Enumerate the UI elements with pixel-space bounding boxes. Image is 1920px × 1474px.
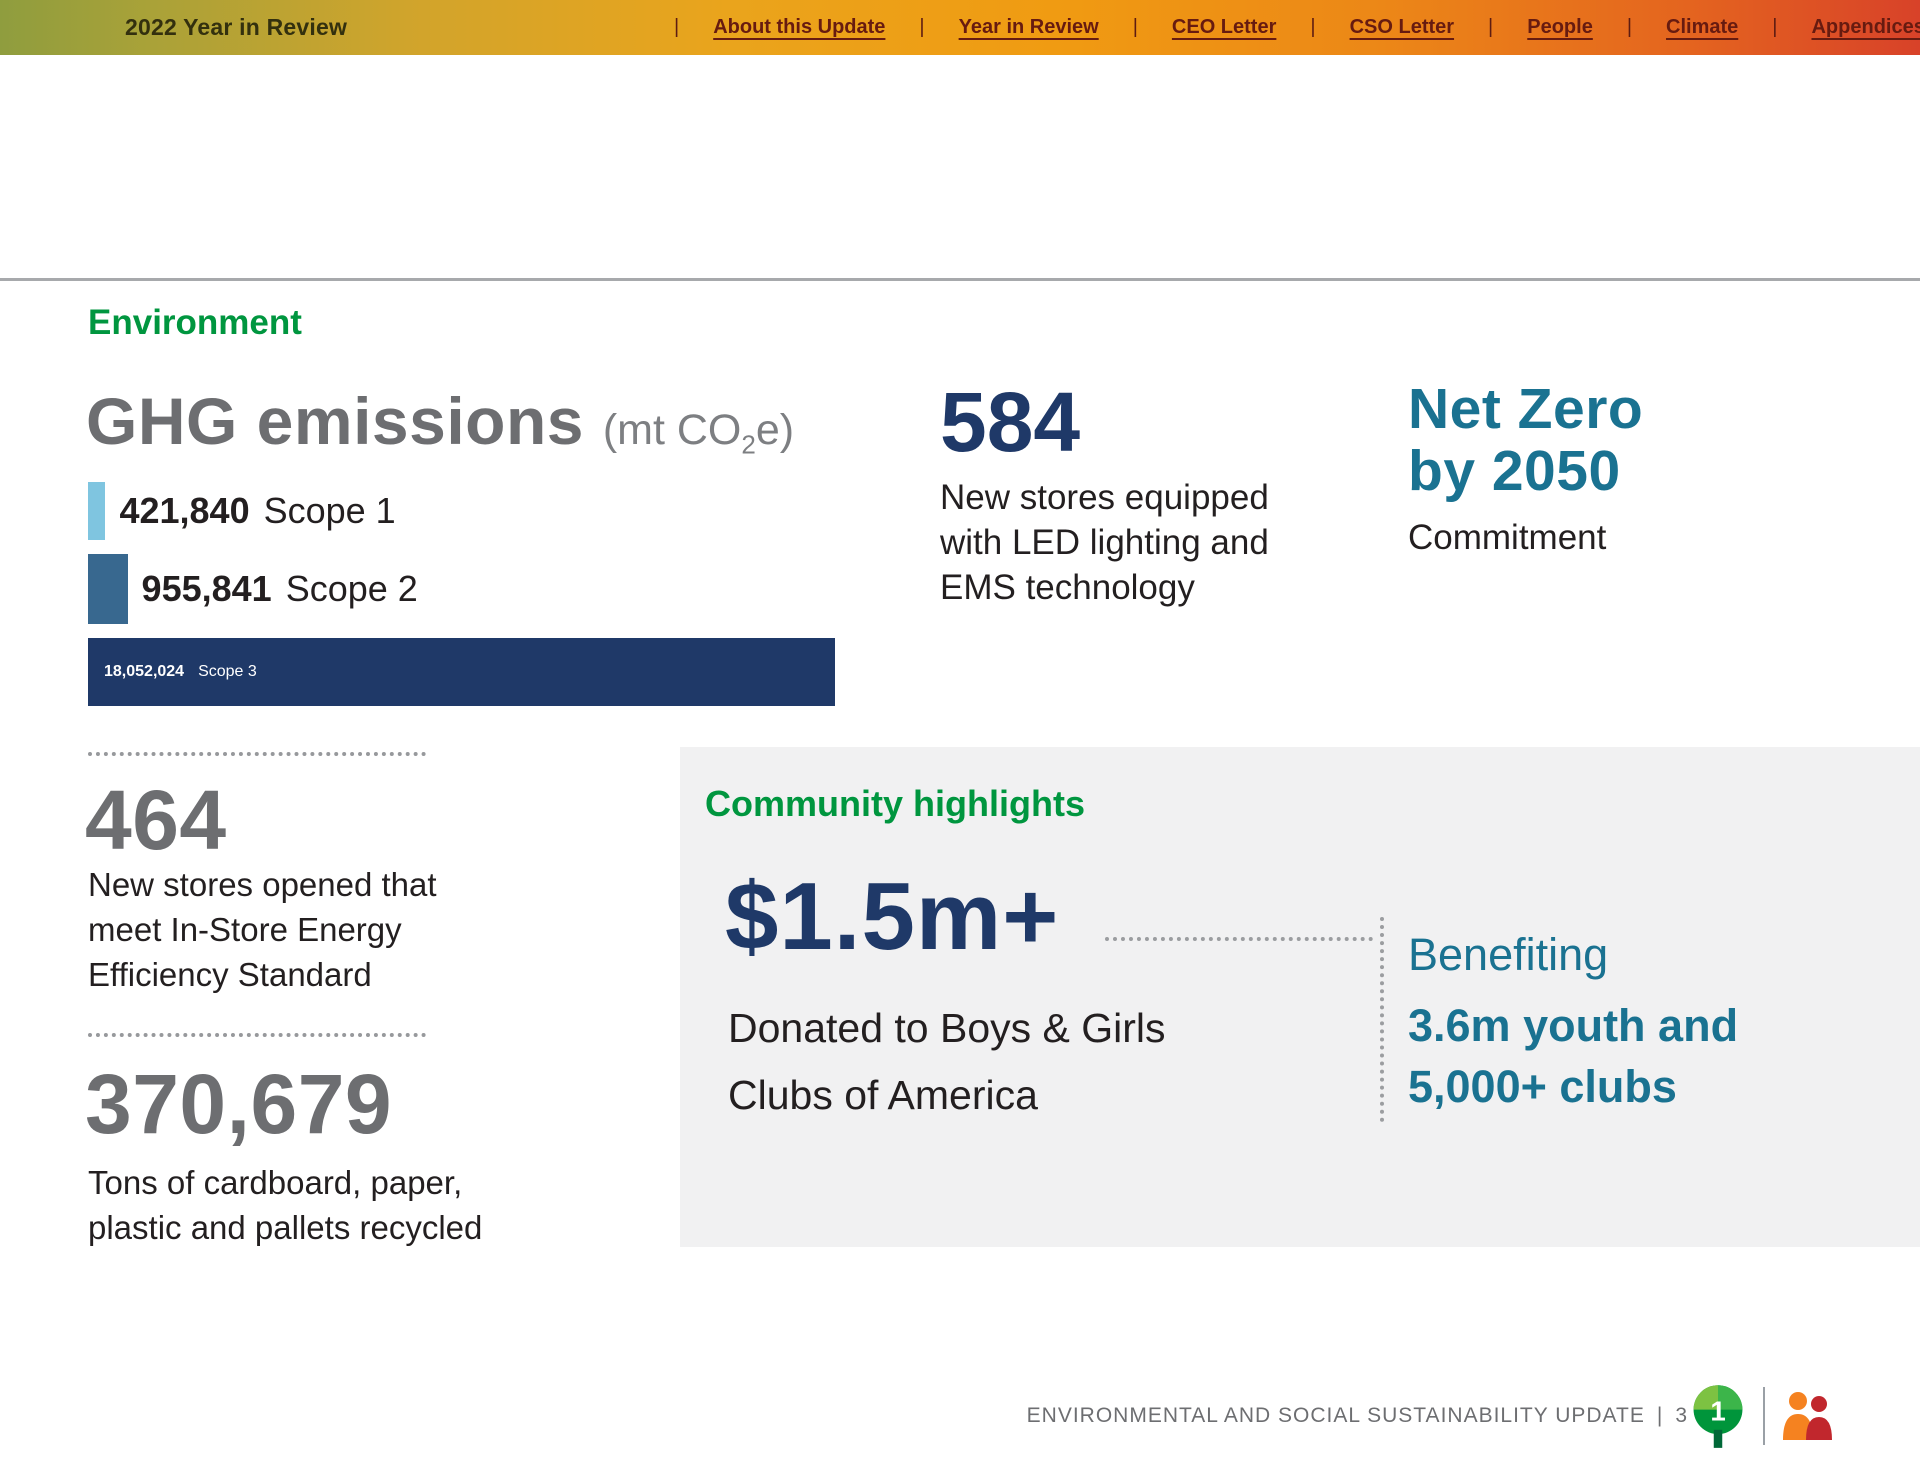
nav-item: | People	[1454, 16, 1593, 39]
nav-link-people[interactable]: People	[1527, 16, 1593, 39]
benefiting-label: Benefiting	[1408, 929, 1608, 981]
nav-separator: |	[1488, 16, 1493, 39]
nav-link-climate[interactable]: Climate	[1666, 16, 1738, 39]
nav-item: | CEO Letter	[1099, 16, 1277, 39]
nav-link-about-this-update[interactable]: About this Update	[713, 16, 885, 39]
svg-text:1: 1	[1710, 1395, 1725, 1426]
nav-separator: |	[1133, 16, 1138, 39]
ghg-unit-label: (mt CO2e)	[603, 406, 794, 454]
stat-new-stores-desc: New stores opened that meet In-Store Ene…	[88, 862, 437, 997]
dotted-divider	[88, 752, 426, 756]
environment-section-label: Environment	[88, 303, 302, 343]
scope3-value: 18,052,024	[104, 663, 184, 681]
ghg-bar-row-scope3: 18,052,024 Scope 3	[88, 638, 835, 706]
report-title: 2022 Year in Review	[125, 0, 347, 55]
dotted-divider	[88, 1033, 426, 1037]
nav-separator: |	[1310, 16, 1315, 39]
scope1-label: 421,840 Scope 1	[119, 490, 395, 532]
family-dollar-logo	[1778, 1388, 1836, 1444]
dotted-connector	[1105, 937, 1373, 941]
scope2-label: 955,841 Scope 2	[142, 568, 418, 610]
dollar-tree-logo: 1	[1686, 1382, 1750, 1450]
brand-logos: 1	[1686, 1382, 1836, 1450]
footer-separator: |	[1657, 1404, 1663, 1427]
ghg-bar-row-scope2: 955,841 Scope 2	[88, 554, 835, 624]
dotted-vertical-divider	[1380, 917, 1384, 1122]
nav-item: | About this Update	[640, 16, 885, 39]
net-zero-subtitle: Commitment	[1408, 518, 1606, 558]
ghg-bar-row-scope1: 421,840 Scope 1	[88, 482, 835, 540]
nav-separator: |	[919, 16, 924, 39]
nav-separator: |	[674, 16, 679, 39]
scope1-value: 421,840	[119, 490, 249, 531]
community-highlights-heading: Community highlights	[705, 783, 1085, 825]
nav-item: | Climate	[1593, 16, 1738, 39]
nav-separator: |	[1772, 16, 1777, 39]
nav-link-appendices[interactable]: Appendices	[1811, 16, 1920, 39]
donation-amount: $1.5m+	[725, 869, 1059, 965]
stat-led-stores-desc: New stores equipped with LED lighting an…	[940, 475, 1269, 610]
top-nav: | About this Update | Year in Review | CEO …	[640, 0, 1920, 55]
ghg-heading-text: GHG emissions	[86, 384, 584, 458]
scope3-category: Scope 3	[198, 663, 257, 681]
stat-led-stores-value: 584	[940, 380, 1080, 464]
footer-text: ENVIRONMENTAL AND SOCIAL SUSTAINABILITY …	[1027, 1404, 1645, 1427]
stat-recycled-value: 370,679	[85, 1062, 392, 1146]
report-page: 2022 Year in Review | About this Update |…	[0, 0, 1920, 1474]
scope3-bar: 18,052,024 Scope 3	[88, 638, 835, 706]
scope1-category: Scope 1	[264, 490, 396, 531]
nav-item: | Year in Review	[885, 16, 1098, 39]
stat-recycled-desc: Tons of cardboard, paper, plastic and pa…	[88, 1160, 482, 1250]
stat-new-stores-value: 464	[85, 778, 227, 862]
scope2-bar	[88, 554, 128, 624]
ghg-bar-chart: 421,840 Scope 1 955,841 Scope 2 18,052,024…	[88, 482, 835, 720]
footer-caption: ENVIRONMENTAL AND SOCIAL SUSTAINABILITY …	[1027, 1404, 1688, 1428]
nav-item: | CSO Letter	[1276, 16, 1454, 39]
benefiting-value: 3.6m youth and 5,000+ clubs	[1408, 995, 1738, 1117]
nav-item: | Appendices	[1738, 16, 1920, 39]
top-nav-bar: 2022 Year in Review | About this Update |…	[0, 0, 1920, 55]
nav-link-year-in-review[interactable]: Year in Review	[959, 16, 1099, 39]
nav-link-cso-letter[interactable]: CSO Letter	[1350, 16, 1454, 39]
scope1-bar	[88, 482, 105, 540]
nav-separator: |	[1627, 16, 1632, 39]
logo-divider	[1763, 1387, 1765, 1445]
nav-link-ceo-letter[interactable]: CEO Letter	[1172, 16, 1276, 39]
net-zero-heading: Net Zero by 2050	[1408, 378, 1643, 502]
donation-description: Donated to Boys & Girls Clubs of America	[728, 995, 1166, 1129]
scope2-value: 955,841	[142, 568, 272, 609]
community-highlights-panel: Community highlights $1.5m+ Donated to B…	[680, 747, 1920, 1247]
ghg-emissions-heading: GHG emissions (mt CO2e)	[86, 383, 794, 461]
scope2-category: Scope 2	[286, 568, 418, 609]
header-divider	[0, 278, 1920, 281]
